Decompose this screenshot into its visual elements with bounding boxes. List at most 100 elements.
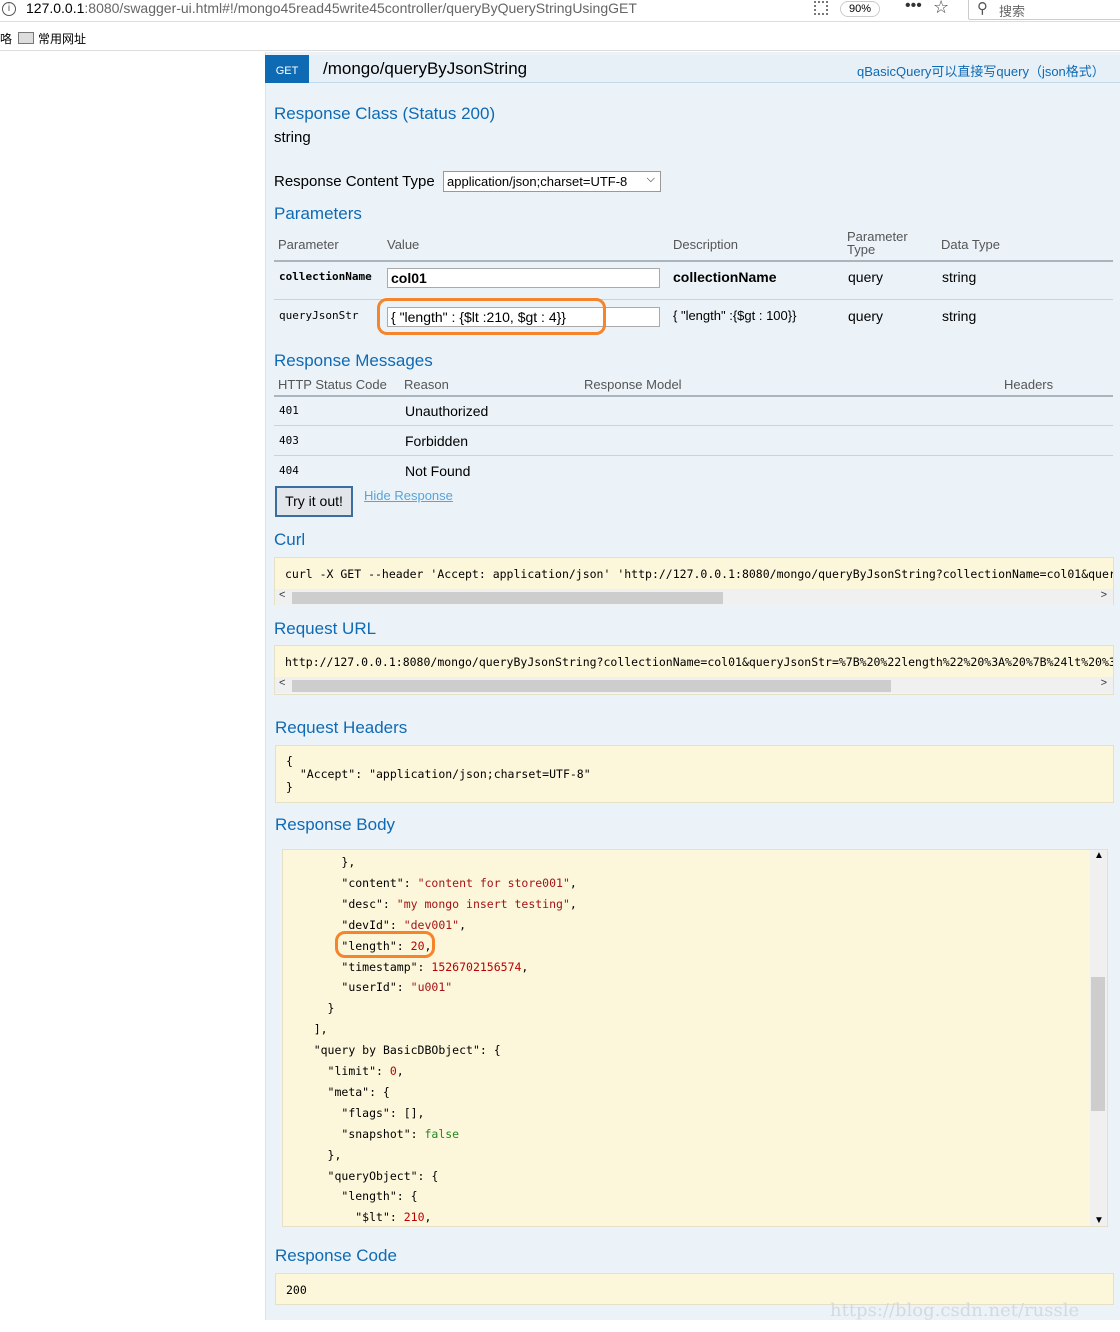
search-icon: ⚲ [977, 0, 988, 17]
response-class-value: string [274, 129, 311, 146]
highlight-annotation [377, 298, 606, 335]
code-token: }, [341, 855, 356, 869]
watermark: https://blog.csdn.net/russle [830, 1300, 1080, 1321]
code-token: "meta": { [327, 1084, 390, 1099]
scrollbar-thumb[interactable] [292, 680, 891, 692]
url-path: :8080/swagger-ui.html#!/mongo45read45wri… [84, 0, 637, 16]
code-line: "desc": "my mongo insert testing", [286, 896, 577, 918]
code-token: "$lt": [355, 1210, 404, 1225]
response-messages-heading: Response Messages [274, 351, 433, 370]
code-token: 0 [389, 1064, 397, 1078]
code-token: "dev001" [403, 917, 460, 932]
code-line: "queryObject": { [286, 1168, 439, 1190]
response-code-value: 200 [286, 1283, 307, 1297]
content-type-label: Response Content Type [274, 173, 435, 190]
status-code: 401 [279, 404, 299, 417]
status-reason: Not Found [405, 463, 471, 479]
code-line: "timestamp": 1526702156574, [286, 960, 528, 981]
curl-text: curl -X GET --header 'Accept: applicatio… [285, 567, 1114, 581]
scroll-left-icon[interactable]: < [279, 589, 285, 601]
code-token: }, [327, 1147, 342, 1162]
response-body-heading: Response Body [275, 815, 396, 834]
code-line: "userId": "u001" [286, 980, 452, 1001]
bookmark-star-icon[interactable]: ☆ [933, 0, 949, 18]
col-header-reason: Reason [404, 377, 449, 392]
response-body-code[interactable]: }, "content": "content for store001", "d… [282, 849, 1108, 1227]
curl-heading: Curl [274, 530, 306, 549]
scroll-left-icon[interactable]: < [279, 677, 285, 689]
bookmark-folder-label[interactable]: 常用网址 [38, 30, 86, 47]
request-url-horizontal-scrollbar[interactable]: < > [275, 677, 1113, 693]
content-type-selected: application/json;charset=UTF-8 [447, 174, 628, 189]
code-token: 1526702156574 [431, 959, 522, 974]
collectionName-input[interactable]: col01 [387, 268, 660, 288]
code-token: 210 [403, 1210, 425, 1225]
code-token: , [569, 896, 577, 911]
code-token: , [396, 1064, 404, 1078]
col-header-parameter-type: Parameter Type [847, 229, 908, 257]
code-token: "limit": [327, 1064, 390, 1078]
code-line: "content": "content for store001", [286, 875, 577, 897]
code-line: "Accept": "application/json;charset=UTF-… [286, 767, 591, 781]
code-token: , [521, 959, 529, 974]
divider [274, 395, 1113, 397]
browser-search-input[interactable]: ⚲ 搜索 [968, 0, 1120, 20]
code-token: "content for store001" [417, 875, 570, 890]
divider [274, 260, 1113, 262]
code-token: } [327, 1001, 335, 1016]
code-line: ], [286, 1022, 328, 1043]
try-it-out-button[interactable]: Try it out! [275, 486, 353, 517]
search-placeholder: 搜索 [999, 4, 1026, 19]
code-line: "snapshot": false [286, 1127, 459, 1148]
more-icon[interactable]: ••• [905, 0, 922, 15]
param-data-type: string [942, 308, 977, 324]
hide-response-link[interactable]: Hide Response [364, 488, 453, 503]
col-header-headers: Headers [1004, 377, 1054, 392]
col-header-response-model: Response Model [584, 377, 682, 392]
status-reason: Forbidden [405, 433, 469, 449]
code-line: "query by BasicDBObject": { [286, 1043, 501, 1064]
bookmark-item[interactable]: 咯 [0, 30, 12, 47]
code-line: "length": { [286, 1189, 417, 1210]
scrollbar-thumb[interactable] [292, 592, 723, 604]
qr-code-icon[interactable] [814, 1, 828, 15]
content-type-select[interactable]: application/json;charset=UTF-8 ⌵ [443, 171, 661, 192]
code-token: "queryObject": { [327, 1168, 439, 1183]
scroll-down-icon[interactable]: ▼ [1094, 1215, 1104, 1226]
response-code-heading: Response Code [275, 1246, 397, 1265]
scroll-up-icon[interactable]: ▲ [1094, 850, 1104, 861]
scroll-right-icon[interactable]: > [1101, 589, 1107, 601]
code-token: "desc": [341, 896, 397, 911]
bookmarks-bar [0, 22, 1120, 51]
code-line: "meta": { [286, 1085, 390, 1106]
param-type: query [848, 308, 884, 324]
code-token: "flags": [], [341, 1105, 425, 1120]
code-token: "timestamp": [341, 959, 432, 974]
address-bar[interactable]: 127.0.0.1:8080/swagger-ui.html#!/mongo45… [26, 0, 637, 16]
folder-icon[interactable] [18, 32, 34, 44]
code-token: "my mongo insert testing" [396, 896, 570, 911]
param-name: queryJsonStr [279, 309, 359, 322]
code-line: } [286, 780, 293, 794]
http-method-badge[interactable]: GET [265, 55, 309, 83]
code-line: "flags": [], [286, 1106, 424, 1127]
zoom-level-button[interactable]: 90% [840, 1, 880, 17]
info-icon[interactable]: i [2, 2, 16, 16]
scrollbar-thumb[interactable] [1091, 977, 1105, 1111]
code-line: "limit": 0, [286, 1064, 404, 1085]
operation-summary[interactable]: qBasicQuery可以直接写query（json格式） [857, 61, 1105, 80]
operation-path[interactable]: /mongo/queryByJsonString [323, 59, 527, 79]
col-header-parameter: Parameter [278, 237, 339, 252]
code-token: "content": [341, 875, 418, 890]
highlight-annotation [335, 931, 435, 958]
param-name: collectionName [279, 270, 372, 283]
request-url-text: http://127.0.0.1:8080/mongo/queryByJsonS… [285, 655, 1114, 669]
param-description: { "length" :{$gt : 100}} [673, 308, 797, 323]
code-token: , [569, 875, 577, 890]
scroll-right-icon[interactable]: > [1101, 677, 1107, 689]
code-token: ], [313, 1022, 328, 1037]
status-code: 404 [279, 464, 299, 477]
parameters-heading: Parameters [274, 204, 362, 223]
url-host: 127.0.0.1 [26, 0, 85, 16]
curl-horizontal-scrollbar[interactable]: < > [275, 589, 1113, 605]
